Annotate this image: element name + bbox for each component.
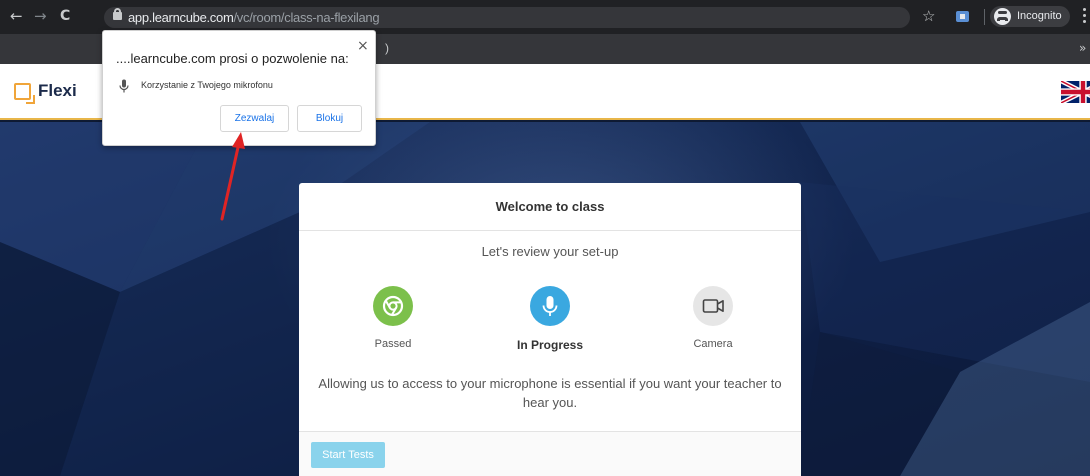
annotation-arrow (220, 132, 245, 221)
